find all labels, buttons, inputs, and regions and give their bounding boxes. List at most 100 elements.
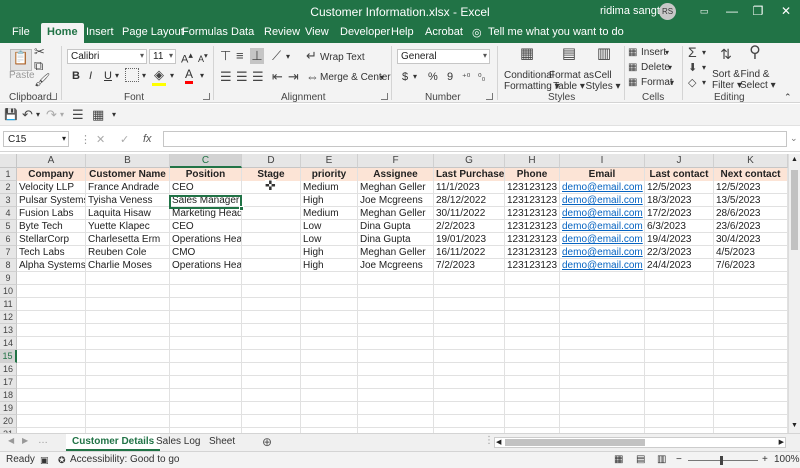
- table-cell[interactable]: demo@email.com: [560, 181, 644, 194]
- row-header-19[interactable]: 19: [0, 402, 17, 415]
- table-cell[interactable]: StellarCorp: [17, 233, 85, 246]
- fill-handle[interactable]: [239, 206, 244, 211]
- customize-qat-icon[interactable]: ▾: [112, 110, 116, 119]
- tab-developer[interactable]: Developer: [340, 26, 390, 38]
- table-cell[interactable]: 12/5/2023: [714, 181, 787, 194]
- currency-button[interactable]: $: [402, 71, 408, 83]
- table-cell[interactable]: Laquita Hisaw: [86, 207, 169, 220]
- table-cell[interactable]: Reuben Cole: [86, 246, 169, 259]
- align-right-icon[interactable]: ☰: [252, 69, 264, 85]
- table-cell[interactable]: [242, 220, 300, 233]
- alignment-launcher-icon[interactable]: [381, 93, 388, 100]
- comma-button[interactable]: 9: [447, 71, 453, 83]
- select-all-button[interactable]: [0, 154, 17, 168]
- row-header-18[interactable]: 18: [0, 389, 17, 402]
- column-header-a[interactable]: A: [17, 154, 86, 168]
- prev-sheet-icon[interactable]: ◀: [8, 436, 14, 445]
- table-cell[interactable]: 19/4/2023: [645, 233, 713, 246]
- format-button[interactable]: Format: [641, 77, 673, 88]
- table-cell[interactable]: Joe Mcgreens: [358, 259, 433, 272]
- formula-input[interactable]: [163, 131, 787, 147]
- row-header-8[interactable]: 8: [0, 259, 17, 272]
- tab-split-icon[interactable]: ⋮: [484, 435, 494, 446]
- fill-dropdown-icon[interactable]: ▾: [170, 71, 174, 80]
- undo-dropdown-icon[interactable]: ▾: [36, 110, 40, 119]
- insert-function-icon[interactable]: fx: [143, 133, 152, 145]
- wrap-text-button[interactable]: Wrap Text: [320, 52, 365, 63]
- header-cell-phone[interactable]: Phone: [505, 168, 559, 181]
- table-cell[interactable]: High: [301, 259, 357, 272]
- status-accessibility[interactable]: Accessibility: Good to go: [70, 452, 180, 468]
- table-cell[interactable]: 123123123: [505, 181, 559, 194]
- autosum-dropdown-icon[interactable]: ▾: [702, 48, 706, 57]
- zoom-level[interactable]: 100%: [774, 452, 800, 468]
- increase-indent-icon[interactable]: ⇥: [288, 69, 299, 85]
- table-cell[interactable]: 123123123: [505, 246, 559, 259]
- row-header-7[interactable]: 7: [0, 246, 17, 259]
- table-cell[interactable]: Medium: [301, 207, 357, 220]
- form-icon[interactable]: ☰: [72, 107, 84, 123]
- column-header-g[interactable]: G: [434, 154, 505, 168]
- table-cell[interactable]: Pulsar Systems: [17, 194, 85, 207]
- table-cell[interactable]: [242, 194, 300, 207]
- table-cell[interactable]: 12/5/2023: [645, 181, 713, 194]
- table-cell[interactable]: France Andrade: [86, 181, 169, 194]
- find-select-button[interactable]: Find & Select ▾: [740, 69, 776, 91]
- table-cell[interactable]: CMO: [170, 246, 241, 259]
- fill-icon[interactable]: ⬇: [688, 60, 697, 76]
- macro-record-icon[interactable]: ▣: [40, 452, 49, 468]
- number-launcher-icon[interactable]: [486, 93, 493, 100]
- table-cell[interactable]: [242, 207, 300, 220]
- tell-me-search[interactable]: Tell me what you want to do: [488, 26, 624, 38]
- increase-font-icon[interactable]: A▴: [181, 50, 193, 66]
- table-cell[interactable]: 22/3/2023: [645, 246, 713, 259]
- autosum-icon[interactable]: Σ: [688, 44, 697, 60]
- delete-button[interactable]: Delete: [641, 62, 670, 73]
- insert-button[interactable]: Insert: [641, 47, 666, 58]
- merge-center-icon[interactable]: ⇔: [306, 69, 319, 85]
- align-middle-icon[interactable]: ≡: [236, 48, 244, 64]
- zoom-out-button[interactable]: −: [676, 452, 682, 468]
- column-header-h[interactable]: H: [505, 154, 560, 168]
- underline-dropdown-icon[interactable]: ▾: [115, 71, 119, 80]
- table-cell[interactable]: Low: [301, 233, 357, 246]
- sheet-tab-sales-log[interactable]: Sales Log: [150, 434, 206, 451]
- clear-dropdown-icon[interactable]: ▾: [702, 78, 706, 87]
- font-color-dropdown-icon[interactable]: ▾: [200, 71, 204, 80]
- scroll-left-icon[interactable]: ◀: [496, 438, 501, 446]
- table-cell[interactable]: CEO: [170, 181, 241, 194]
- table-cell[interactable]: 123123123: [505, 220, 559, 233]
- avatar[interactable]: RS: [659, 3, 676, 20]
- table-cell[interactable]: 2/2/2023: [434, 220, 504, 233]
- orientation-dropdown-icon[interactable]: ▾: [286, 52, 290, 61]
- percent-button[interactable]: %: [428, 71, 438, 83]
- table-cell[interactable]: 30/11/2022: [434, 207, 504, 220]
- orientation-icon[interactable]: ⟋: [272, 48, 281, 64]
- grid-icon[interactable]: ▦: [92, 107, 104, 123]
- tab-view[interactable]: View: [305, 26, 329, 38]
- row-header-1[interactable]: 1: [0, 168, 17, 181]
- header-cell-assignee[interactable]: Assignee: [358, 168, 433, 181]
- table-cell[interactable]: Byte Tech: [17, 220, 85, 233]
- tab-acrobat[interactable]: Acrobat: [425, 26, 463, 38]
- table-cell[interactable]: Tyisha Veness: [86, 194, 169, 207]
- clear-icon[interactable]: ◇: [688, 75, 696, 91]
- table-cell[interactable]: 11/1/2023: [434, 181, 504, 194]
- align-left-icon[interactable]: ☰: [220, 69, 232, 85]
- align-top-icon[interactable]: ⊤: [220, 48, 231, 64]
- cell-styles-icon[interactable]: ▥: [593, 46, 615, 68]
- table-cell[interactable]: 7/2/2023: [434, 259, 504, 272]
- cancel-icon[interactable]: ✕: [96, 133, 105, 146]
- table-cell[interactable]: 24/4/2023: [645, 259, 713, 272]
- clipboard-launcher-icon[interactable]: [50, 93, 57, 100]
- conditional-formatting-icon[interactable]: ▦: [516, 46, 538, 68]
- table-cell[interactable]: 28/12/2022: [434, 194, 504, 207]
- close-button[interactable]: ✕: [774, 2, 798, 20]
- format-as-table-button[interactable]: Format as Table ▾: [549, 70, 594, 92]
- zoom-slider-thumb[interactable]: [720, 456, 723, 465]
- table-cell[interactable]: Low: [301, 220, 357, 233]
- next-sheet-icon[interactable]: ▶: [22, 436, 28, 445]
- increase-decimal-icon[interactable]: ⁺⁰: [462, 69, 470, 85]
- fill-color-icon[interactable]: ◈: [152, 67, 166, 86]
- restore-button[interactable]: ❐: [746, 2, 770, 20]
